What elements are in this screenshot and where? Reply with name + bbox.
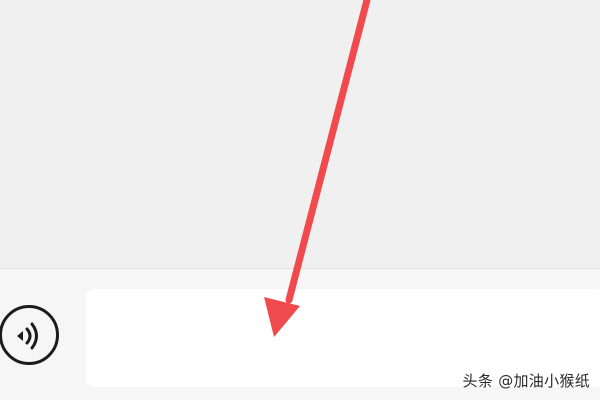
chat-message-area [0,0,600,268]
voice-icon [17,322,38,350]
voice-input-button[interactable] [0,305,59,365]
watermark-text: 头条 @加油小猴纸 [462,372,590,390]
